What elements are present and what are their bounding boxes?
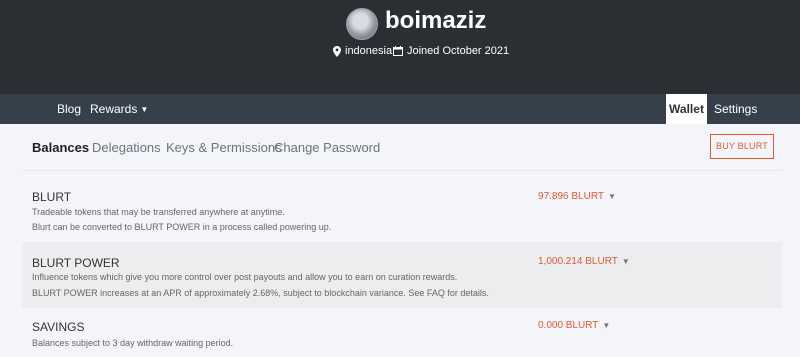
username: boimaziz xyxy=(385,7,487,34)
caret-down-icon: ▼ xyxy=(602,321,611,330)
profile-header: boimaziz indonesia Joined October 2021 xyxy=(0,0,800,94)
divider xyxy=(22,170,782,171)
caret-down-icon: ▼ xyxy=(607,192,616,201)
caret-down-icon: ▼ xyxy=(140,104,149,114)
balance-value-dropdown[interactable]: 97.896 BLURT ▼ xyxy=(538,191,616,203)
balance-row-blurt: BLURT Tradeable tokens that may be trans… xyxy=(22,180,782,242)
balance-desc: Balances subject to 3 day withdraw waiti… xyxy=(32,338,234,348)
balance-value-dropdown[interactable]: 1,000.214 BLURT ▼ xyxy=(538,256,630,268)
balance-desc: Blurt can be converted to BLURT POWER in… xyxy=(32,222,332,232)
nav-rewards[interactable]: Rewards ▼ xyxy=(90,94,148,124)
nav-rewards-label: Rewards xyxy=(90,102,138,116)
balance-value-dropdown[interactable]: 0.000 BLURT ▼ xyxy=(538,320,610,332)
buy-blurt-button[interactable]: BUY BLURT xyxy=(710,134,774,159)
tab-delegations[interactable]: Delegations xyxy=(92,140,161,156)
balance-title: BLURT xyxy=(32,190,72,204)
balance-value: 1,000.214 BLURT xyxy=(538,256,618,267)
calendar-icon xyxy=(393,46,403,56)
top-nav: Blog Rewards ▼ Wallet Settings xyxy=(0,94,800,124)
balance-desc: BLURT POWER increases at an APR of appro… xyxy=(32,288,489,298)
balance-desc: Tradeable tokens that may be transferred… xyxy=(32,207,285,217)
caret-down-icon: ▼ xyxy=(621,257,630,266)
balance-row-savings: SAVINGS Balances subject to 3 day withdr… xyxy=(22,308,782,357)
nav-settings[interactable]: Settings xyxy=(714,94,757,124)
joined-text: Joined October 2021 xyxy=(407,45,510,57)
nav-wallet[interactable]: Wallet xyxy=(666,94,707,124)
balance-value: 0.000 BLURT xyxy=(538,320,599,331)
location: indonesia xyxy=(333,44,392,58)
map-pin-icon xyxy=(333,45,341,57)
balance-value: 97.896 BLURT xyxy=(538,191,604,202)
balance-desc: Influence tokens which give you more con… xyxy=(32,272,458,282)
balance-row-blurt-power: BLURT POWER Influence tokens which give … xyxy=(22,242,782,308)
tab-keys-permissions[interactable]: Keys & Permissions xyxy=(166,140,282,156)
tab-change-password[interactable]: Change Password xyxy=(274,140,380,156)
tab-balances[interactable]: Balances xyxy=(32,140,89,156)
location-text: indonesia xyxy=(345,45,393,57)
balance-title: SAVINGS xyxy=(32,320,85,334)
nav-blog[interactable]: Blog xyxy=(57,94,81,124)
joined: Joined October 2021 xyxy=(393,44,509,58)
avatar[interactable] xyxy=(346,8,378,40)
balance-title: BLURT POWER xyxy=(32,256,120,270)
